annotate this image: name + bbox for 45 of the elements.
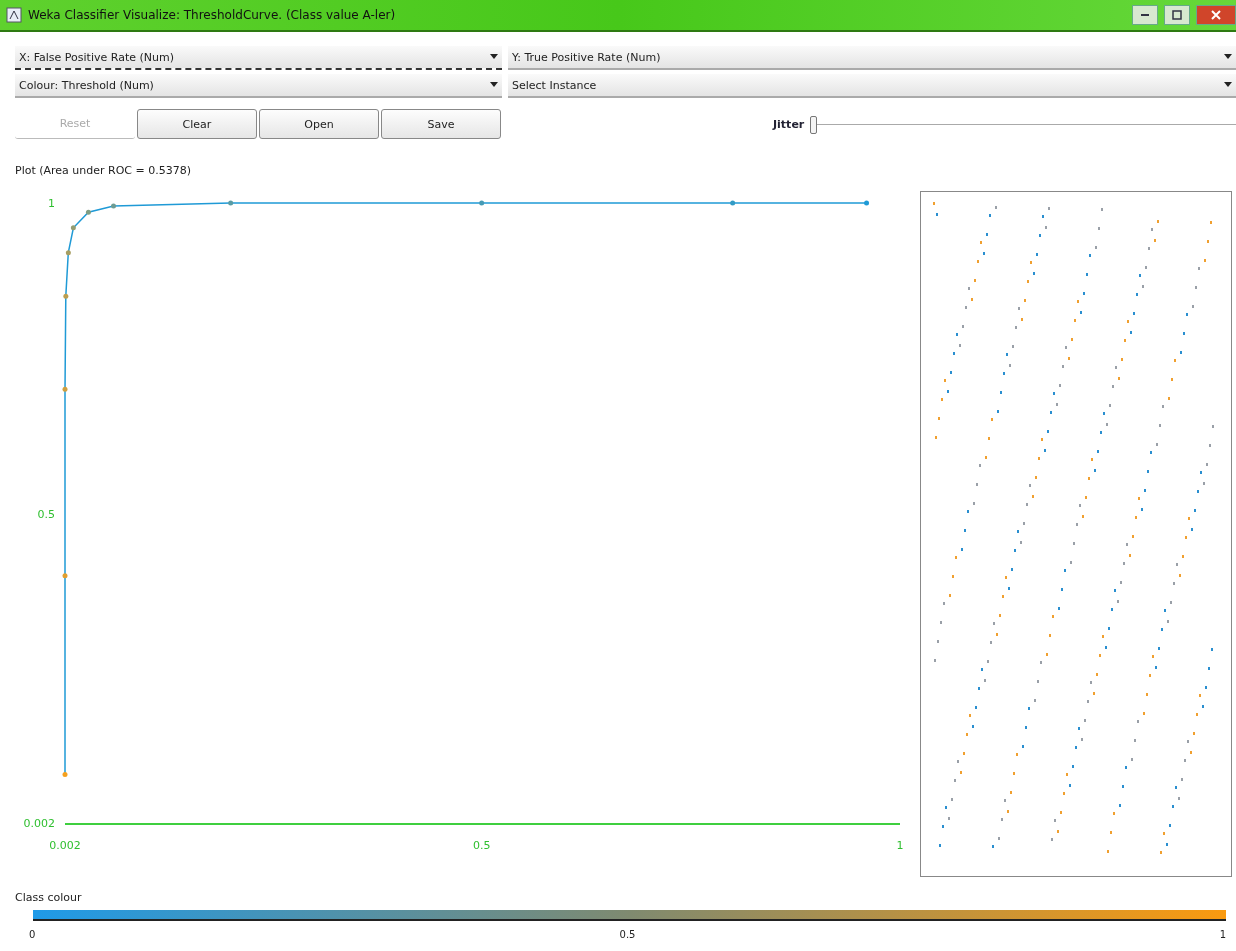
roc-point: [228, 200, 234, 206]
roc-point: [65, 250, 71, 256]
y-tick-label: 0.5: [37, 507, 55, 521]
roc-point: [730, 200, 736, 206]
dropdown-arrow-icon: [1224, 54, 1232, 60]
minimize-icon: [1141, 14, 1149, 16]
roc-point: [62, 386, 68, 392]
roc-point: [111, 203, 117, 209]
x-tick-label: 0.5: [472, 839, 491, 852]
close-button[interactable]: [1196, 5, 1236, 25]
roc-point: [85, 209, 91, 215]
legend-title: Class colour: [15, 891, 83, 904]
app-icon: [6, 7, 22, 23]
roc-point: [62, 772, 68, 778]
maximize-button[interactable]: [1164, 5, 1190, 25]
jitter-slider[interactable]: [810, 114, 1236, 134]
y-tick-label: 1: [48, 197, 55, 210]
y-tick-label: 0.002: [23, 817, 55, 830]
minimize-button[interactable]: [1132, 5, 1158, 25]
legend-tick-label: 1: [1219, 929, 1226, 940]
legend-tick-label: 0.5: [619, 929, 636, 940]
roc-point: [479, 200, 485, 206]
roc-point: [70, 225, 76, 231]
legend-tick-label: 0: [29, 929, 36, 940]
slider-thumb[interactable]: [810, 116, 818, 134]
dropdown-arrow-icon: [490, 54, 498, 60]
action-button[interactable]: Save: [381, 109, 501, 139]
x-tick-label: 1: [896, 839, 904, 852]
roc-point: [62, 573, 68, 579]
plot-title: Plot (Area under ROC = 0.5378): [14, 163, 193, 179]
action-button[interactable]: Clear: [137, 109, 257, 139]
close-icon: [1211, 10, 1221, 20]
dropdown-arrow-icon: [1224, 82, 1232, 88]
roc-point: [63, 293, 69, 299]
jitter-label: Jitter: [773, 117, 805, 131]
dropdown-arrow-icon: [490, 82, 498, 88]
axis-dropdown[interactable]: X: False Positive Rate (Num): [15, 46, 502, 70]
action-button[interactable]: Open: [259, 109, 379, 139]
axis-dropdown[interactable]: Y: True Positive Rate (Num): [508, 46, 1236, 70]
x-tick-label: 0.002: [49, 839, 81, 852]
axis-dropdown[interactable]: Select Instance: [508, 74, 1236, 98]
window-title: Weka Classifier Visualize: ThresholdCurve. (Class value A-ler): [28, 8, 396, 22]
axis-dropdown[interactable]: Colour: Threshold (Num): [15, 74, 502, 98]
roc-point: [864, 200, 870, 206]
maximize-icon: [1172, 10, 1182, 20]
